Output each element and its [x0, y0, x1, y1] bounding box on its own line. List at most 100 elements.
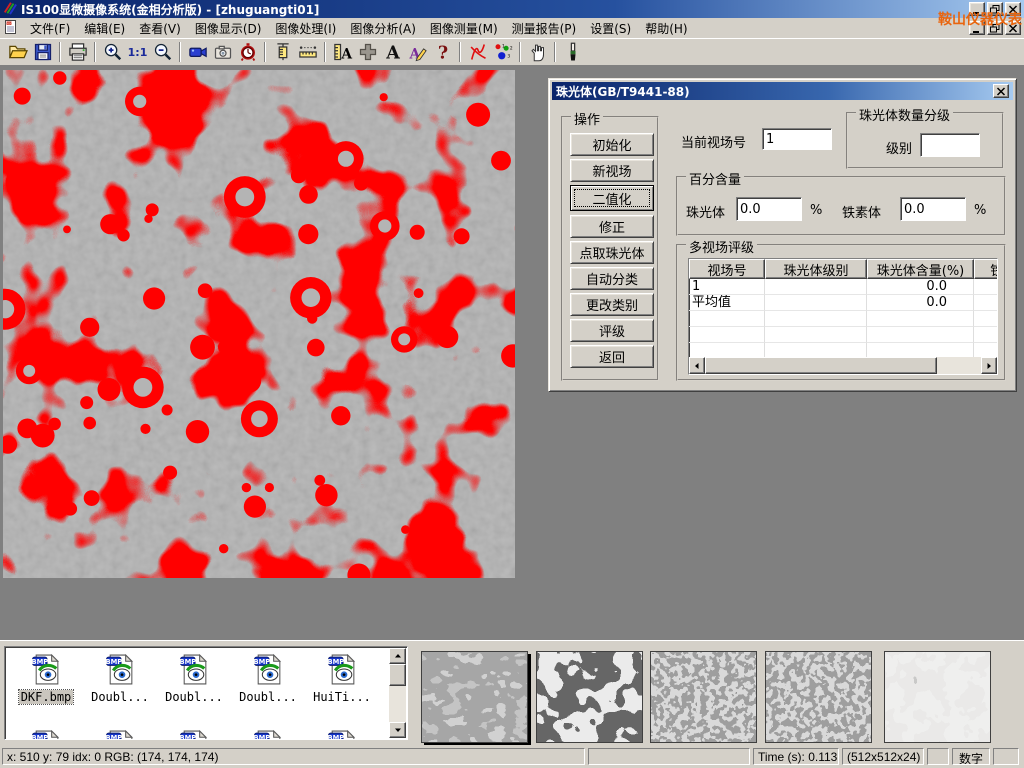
save-button[interactable]: [30, 40, 55, 64]
picker-pen-button[interactable]: [525, 40, 550, 64]
text-a-button[interactable]: A: [380, 40, 405, 64]
op-button-6[interactable]: 自动分类: [570, 267, 654, 290]
close-button[interactable]: [1005, 2, 1021, 16]
op-button-9[interactable]: 返回: [570, 345, 654, 368]
file-item-2[interactable]: BMPDoubl...: [83, 653, 157, 704]
zoom-in-button[interactable]: [100, 40, 125, 64]
menu-item-2[interactable]: 编辑(E): [77, 18, 132, 39]
move-cross-button[interactable]: [355, 40, 380, 64]
caliper-button[interactable]: [270, 40, 295, 64]
scroll-right-button[interactable]: [981, 357, 997, 374]
file-list[interactable]: BMPDKF.bmpBMPDoubl...BMPDoubl...BMPDoubl…: [4, 646, 408, 740]
mdi-restore-button[interactable]: [987, 21, 1003, 35]
file-scroll-thumb[interactable]: [389, 664, 406, 686]
table-column-header-4[interactable]: 铁素体含量(%): [974, 259, 998, 279]
level-input[interactable]: [920, 133, 980, 157]
file-item-3[interactable]: BMPDoubl...: [157, 653, 231, 704]
file-item-row2-1[interactable]: BMP: [9, 729, 83, 740]
file-item-row2-3[interactable]: BMP: [157, 729, 231, 740]
actual-size-button[interactable]: 1:1: [125, 40, 150, 64]
scroll-down-button[interactable]: [389, 722, 406, 738]
calibrate-ruler-button[interactable]: A: [330, 40, 355, 64]
table-row[interactable]: 10.0: [689, 279, 997, 295]
pearlite-percent-input[interactable]: [736, 197, 802, 221]
file-item-5[interactable]: BMPHuiTi...: [305, 653, 379, 704]
table-cell: [974, 279, 998, 295]
mdi-minimize-button[interactable]: [969, 21, 985, 35]
pearlite-label: 珠光体: [686, 202, 725, 221]
brush-icon: [563, 42, 583, 62]
table-column-header-3[interactable]: 珠光体含量(%): [867, 259, 974, 279]
dialog-close-button[interactable]: [993, 84, 1009, 98]
brush-button[interactable]: [560, 40, 585, 64]
scroll-thumb[interactable]: [705, 357, 937, 374]
status-bar: x: 510 y: 79 idx: 0 RGB: (174, 174, 174)…: [0, 745, 1024, 768]
svg-text:A: A: [340, 46, 352, 62]
menu-item-5[interactable]: 图像处理(I): [268, 18, 343, 39]
file-item-1[interactable]: BMPDKF.bmp: [9, 653, 83, 704]
menu-item-3[interactable]: 查看(V): [132, 18, 188, 39]
table-column-header-1[interactable]: 视场号: [689, 259, 765, 279]
svg-text:A: A: [385, 43, 400, 62]
multi-field-table[interactable]: 视场号珠光体级别珠光体含量(%)铁素体含量(%) 10.0平均值0.0: [688, 258, 998, 375]
menu-item-7[interactable]: 图像测量(M): [423, 18, 505, 39]
video-camera-button[interactable]: [185, 40, 210, 64]
op-button-2[interactable]: 新视场: [570, 159, 654, 182]
table-column-header-2[interactable]: 珠光体级别: [765, 259, 867, 279]
document-icon[interactable]: DOC: [3, 19, 19, 38]
open-folder-button[interactable]: [5, 40, 30, 64]
scroll-left-button[interactable]: [689, 357, 705, 374]
thumbnail-4[interactable]: [765, 651, 872, 743]
zoom-in-icon: [103, 42, 123, 62]
file-item-row2-5[interactable]: BMP: [305, 729, 379, 740]
ferrite-percent-input[interactable]: [900, 197, 966, 221]
menu-item-10[interactable]: 帮助(H): [638, 18, 694, 39]
svg-text:BMP: BMP: [253, 734, 270, 740]
text-style-button[interactable]: A: [405, 40, 430, 64]
current-field-input[interactable]: [762, 128, 832, 150]
image-viewport[interactable]: [3, 70, 515, 578]
op-button-5[interactable]: 点取珠光体: [570, 241, 654, 264]
file-item-row2-2[interactable]: BMP: [83, 729, 157, 740]
menu-item-9[interactable]: 设置(S): [583, 18, 638, 39]
file-item-4[interactable]: BMPDoubl...: [231, 653, 305, 704]
table-row[interactable]: [689, 311, 997, 327]
ruler-button[interactable]: [295, 40, 320, 64]
op-button-1[interactable]: 初始化: [570, 133, 654, 156]
mdi-close-button[interactable]: [1005, 21, 1021, 35]
zoom-out-button[interactable]: [150, 40, 175, 64]
measure-curve-button[interactable]: [465, 40, 490, 64]
op-button-3[interactable]: 二值化: [570, 185, 654, 211]
restore-button[interactable]: [987, 2, 1003, 16]
operations-group: 操作 初始化新视场二值化修正点取珠光体自动分类更改类别评级返回: [561, 116, 659, 381]
minimize-button[interactable]: [969, 2, 985, 16]
menu-item-1[interactable]: 文件(F): [23, 18, 77, 39]
menu-item-4[interactable]: 图像显示(D): [188, 18, 269, 39]
title-bar: IS100显微摄像系统(金相分析版) - [zhuguangti01]: [0, 0, 1024, 18]
table-horizontal-scrollbar[interactable]: [689, 357, 997, 374]
calibration-points-button[interactable]: 123: [490, 40, 515, 64]
op-button-4[interactable]: 修正: [570, 215, 654, 238]
camera-button[interactable]: [210, 40, 235, 64]
window-title: IS100显微摄像系统(金相分析版) - [zhuguangti01]: [21, 1, 319, 18]
print-button[interactable]: [65, 40, 90, 64]
thumbnail-3[interactable]: [650, 651, 757, 743]
table-cell: 1: [689, 279, 765, 295]
status-mode: 数字: [952, 748, 990, 765]
open-folder-icon: [8, 42, 28, 62]
file-item-row2-4[interactable]: BMP: [231, 729, 305, 740]
op-button-7[interactable]: 更改类别: [570, 293, 654, 316]
table-row[interactable]: 平均值0.0: [689, 295, 997, 311]
menu-item-6[interactable]: 图像分析(A): [343, 18, 423, 39]
dialog-title-bar[interactable]: 珠光体(GB/T9441-88): [552, 82, 1013, 100]
menu-item-8[interactable]: 测量报告(P): [505, 18, 584, 39]
timer-button[interactable]: [235, 40, 260, 64]
thumbnail-2[interactable]: [536, 651, 643, 743]
thumbnail-5[interactable]: [884, 651, 991, 743]
table-row[interactable]: [689, 327, 997, 343]
file-list-scrollbar[interactable]: [389, 648, 406, 738]
op-button-8[interactable]: 评级: [570, 319, 654, 342]
help-button[interactable]: ?: [430, 40, 455, 64]
thumbnail-1[interactable]: [421, 651, 528, 743]
scroll-up-button[interactable]: [389, 648, 406, 664]
